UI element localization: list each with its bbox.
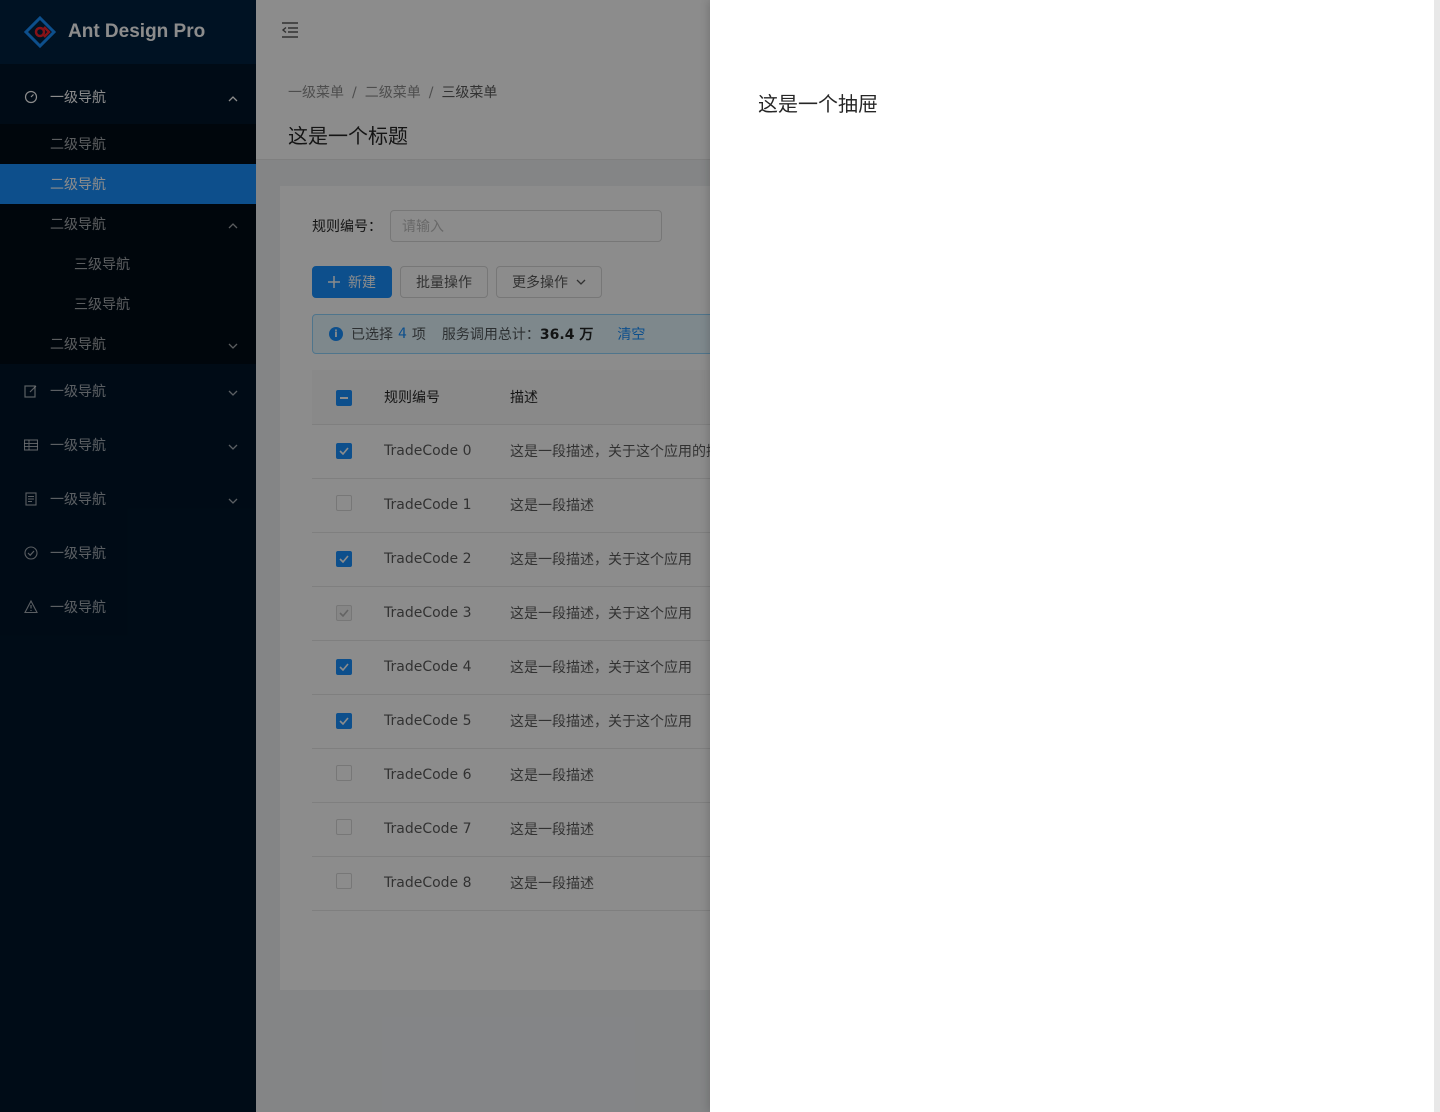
window-scrollbar[interactable] xyxy=(1434,0,1440,1112)
drawer-title: 这是一个抽屉 xyxy=(758,92,878,116)
drawer: 这是一个抽屉 xyxy=(710,0,1434,1112)
